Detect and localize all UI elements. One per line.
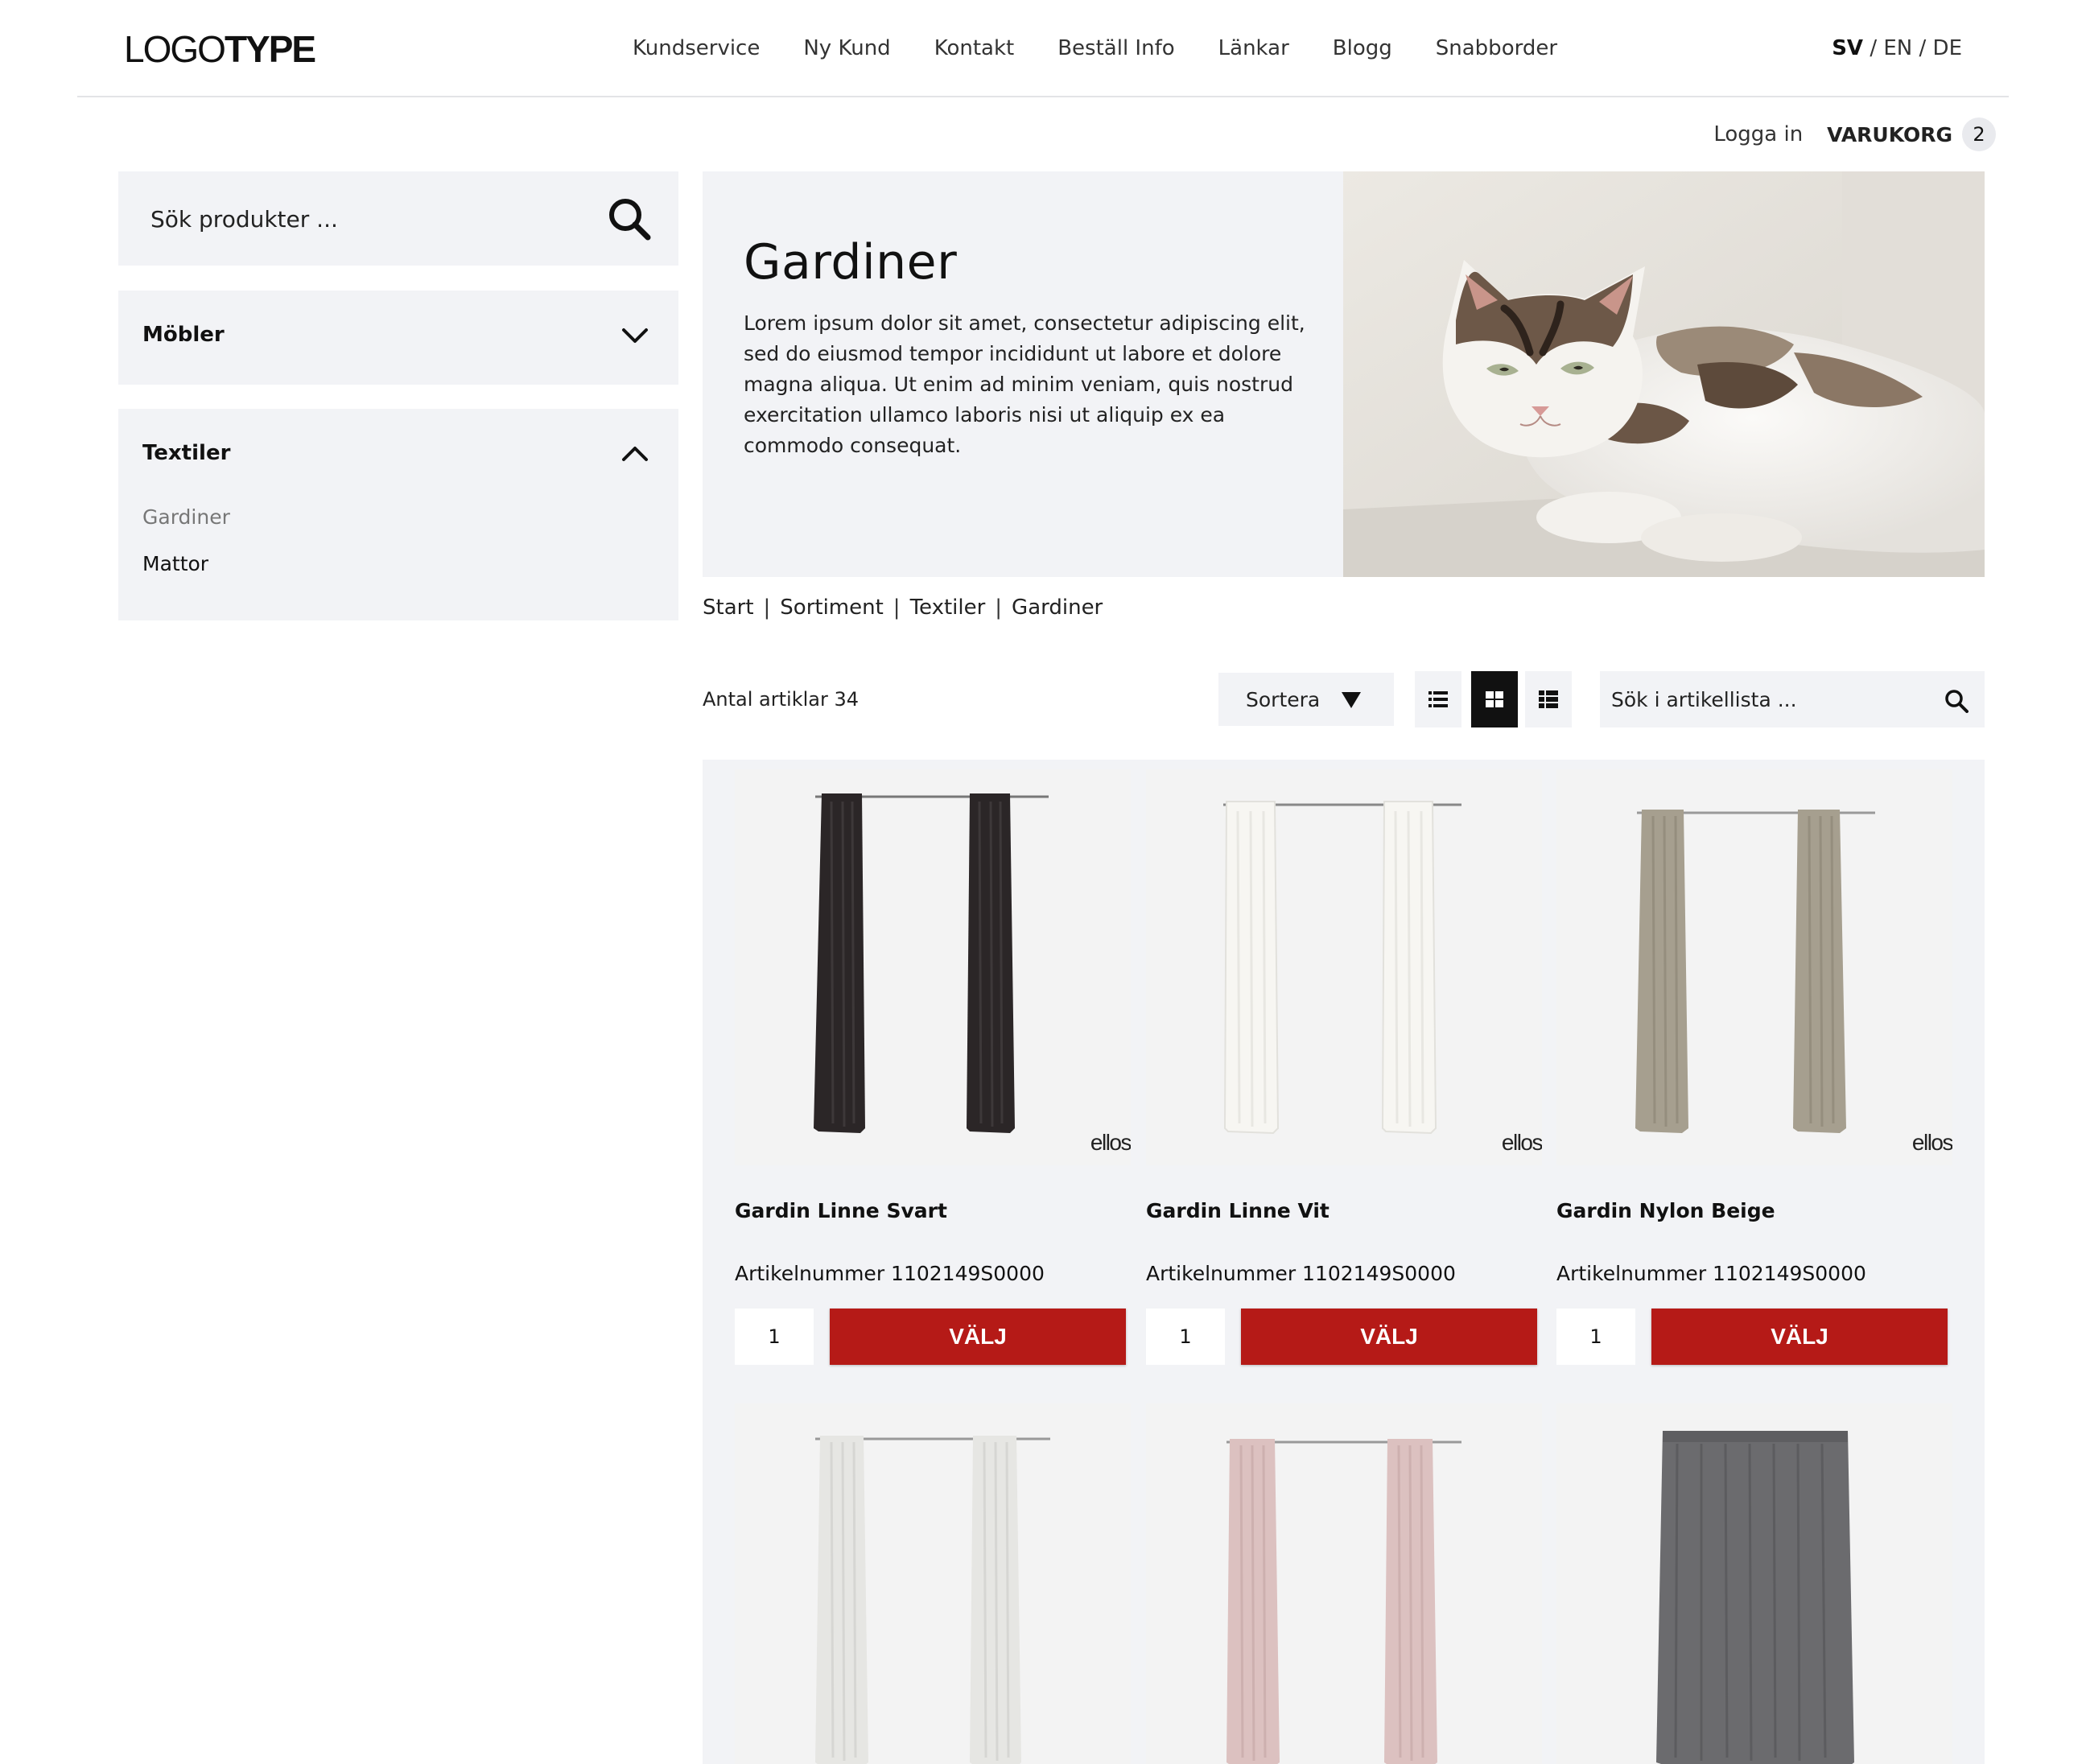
brand-logo: ellos	[1090, 1130, 1131, 1155]
nav-bestall-info[interactable]: Beställ Info	[1057, 35, 1174, 61]
quantity-input[interactable]	[735, 1309, 814, 1365]
brand-logo: ellos	[1911, 1130, 1952, 1155]
quantity-input[interactable]	[1556, 1309, 1635, 1365]
lang-en[interactable]: EN	[1883, 36, 1912, 60]
product-image[interactable]: ellos	[735, 769, 1131, 1165]
brand-logo: ellos	[1501, 1130, 1542, 1155]
curtain-black-image	[814, 793, 1049, 1133]
curtain-lightgrey-image	[815, 1436, 1050, 1764]
curtain-beige-image	[1635, 810, 1875, 1133]
breadcrumb-separator: |	[763, 596, 771, 620]
breadcrumb-gardiner: Gardiner	[1012, 596, 1103, 620]
product-grid: ellos Gardin Linne Svart Artikelnummer 1…	[703, 760, 1985, 1764]
category-hero: Gardiner Lorem ipsum dolor sit amet, con…	[703, 171, 1985, 577]
view-grid-button[interactable]	[1471, 671, 1518, 727]
detail-list-icon	[1539, 690, 1558, 708]
product-sku: Artikelnummer 1102149S0000	[735, 1262, 1045, 1285]
breadcrumb-separator: |	[893, 596, 901, 620]
nav-lankar[interactable]: Länkar	[1218, 35, 1289, 61]
chevron-down-icon[interactable]	[620, 324, 649, 347]
category-mobler[interactable]: Möbler	[118, 291, 678, 385]
view-detail-button[interactable]	[1525, 671, 1572, 727]
subcategory-gardiner[interactable]: Gardiner	[142, 505, 230, 529]
main-nav: Kundservice Ny Kund Kontakt Beställ Info…	[633, 35, 1557, 61]
curtain-white-image	[1223, 801, 1461, 1135]
nav-ny-kund[interactable]: Ny Kund	[803, 35, 890, 61]
page-title: Gardiner	[744, 234, 958, 291]
utility-bar: Logga in VARUKORG 2	[1713, 117, 1996, 151]
lang-sv[interactable]: SV	[1832, 36, 1863, 60]
breadcrumb-separator: |	[995, 596, 1003, 620]
breadcrumb: Start | Sortiment | Textiler | Gardiner	[703, 596, 1103, 620]
subcategory-mattor[interactable]: Mattor	[142, 552, 208, 575]
lang-de[interactable]: DE	[1933, 36, 1962, 60]
breadcrumb-start[interactable]: Start	[703, 596, 754, 620]
product-image[interactable]	[735, 1403, 1131, 1764]
sort-label: Sortera	[1246, 687, 1321, 711]
product-image[interactable]: ellos	[1146, 769, 1542, 1165]
choose-button[interactable]: VÄLJ	[1241, 1309, 1537, 1365]
product-sku: Artikelnummer 1102149S0000	[1146, 1262, 1456, 1285]
login-link[interactable]: Logga in	[1713, 122, 1803, 146]
article-search-input[interactable]	[1611, 684, 1933, 715]
article-search-box	[1600, 671, 1985, 727]
choose-button[interactable]: VÄLJ	[830, 1309, 1126, 1365]
sort-dropdown[interactable]: Sortera	[1218, 673, 1394, 726]
chevron-up-icon[interactable]	[620, 443, 649, 465]
language-switcher: SV / EN / DE	[1832, 35, 1962, 61]
category-title: Möbler	[142, 323, 225, 347]
product-image[interactable]: ellos	[1556, 769, 1952, 1165]
list-view-icon	[1428, 691, 1448, 707]
product-name[interactable]: Gardin Linne Svart	[735, 1199, 947, 1222]
breadcrumb-textiler[interactable]: Textiler	[910, 596, 986, 620]
nav-blogg[interactable]: Blogg	[1333, 35, 1392, 61]
logo[interactable]: LOGOTYPE	[124, 28, 316, 70]
cart-count-badge[interactable]: 2	[1962, 117, 1996, 151]
product-search-box	[118, 171, 678, 266]
product-name[interactable]: Gardin Linne Vit	[1146, 1199, 1330, 1222]
view-list-button[interactable]	[1415, 671, 1461, 727]
hero-cat-image	[1343, 171, 1985, 577]
product-image[interactable]	[1146, 1403, 1542, 1764]
nav-kundservice[interactable]: Kundservice	[633, 35, 760, 61]
product-sku: Artikelnummer 1102149S0000	[1556, 1262, 1866, 1285]
grid-view-icon	[1486, 691, 1503, 707]
category-title[interactable]: Textiler	[142, 441, 230, 465]
curtain-darkgrey-image	[1656, 1431, 1854, 1764]
logo-bold: TYPE	[224, 28, 316, 70]
site-header: LOGOTYPE Kundservice Ny Kund Kontakt Bes…	[77, 0, 2009, 97]
product-name[interactable]: Gardin Nylon Beige	[1556, 1199, 1775, 1222]
search-icon[interactable]	[606, 196, 653, 242]
search-icon[interactable]	[1944, 689, 1969, 713]
lang-separator: /	[1863, 36, 1884, 60]
product-search-input[interactable]	[150, 202, 601, 236]
curtain-pink-image	[1226, 1439, 1461, 1764]
article-count: Antal artiklar 34	[703, 688, 860, 711]
category-description: Lorem ipsum dolor sit amet, consectetur …	[744, 311, 1305, 457]
lang-separator: /	[1912, 36, 1933, 60]
category-textiler: Textiler Gardiner Mattor	[118, 409, 678, 620]
nav-snabborder[interactable]: Snabborder	[1436, 35, 1557, 61]
cart-link[interactable]: VARUKORG	[1827, 123, 1952, 146]
product-image[interactable]	[1556, 1403, 1952, 1764]
nav-kontakt[interactable]: Kontakt	[934, 35, 1015, 61]
logo-light: LOGO	[124, 28, 226, 70]
choose-button[interactable]: VÄLJ	[1651, 1309, 1948, 1365]
caret-down-icon	[1342, 692, 1361, 708]
breadcrumb-sortiment[interactable]: Sortiment	[780, 596, 884, 620]
quantity-input[interactable]	[1146, 1309, 1225, 1365]
